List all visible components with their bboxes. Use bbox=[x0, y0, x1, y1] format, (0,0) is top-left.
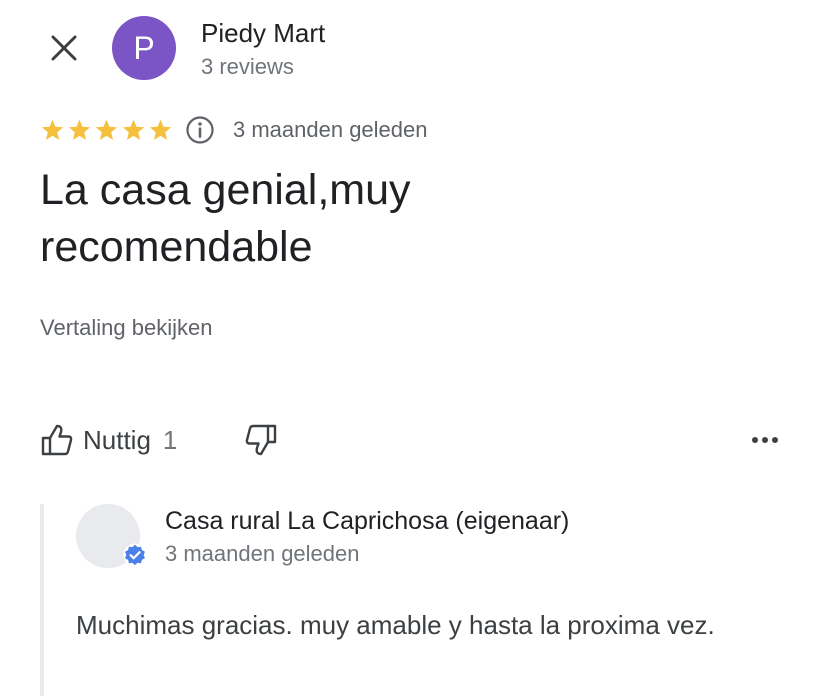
helpful-count: 1 bbox=[162, 424, 178, 455]
close-icon bbox=[51, 35, 77, 61]
owner-reply-divider bbox=[40, 504, 44, 696]
verified-badge-icon bbox=[123, 543, 147, 567]
owner-reply-date: 3 maanden geleden bbox=[165, 541, 360, 566]
thumbs-down-icon bbox=[245, 424, 277, 456]
close-button[interactable] bbox=[44, 28, 84, 68]
info-icon[interactable] bbox=[185, 115, 215, 145]
review-text: La casa genial,muy recomendable bbox=[40, 166, 411, 271]
review-actions: Nuttig 1 bbox=[40, 420, 785, 460]
more-options-button[interactable] bbox=[745, 420, 785, 460]
star-icon bbox=[95, 119, 118, 140]
not-helpful-button[interactable] bbox=[240, 420, 282, 460]
star-icon bbox=[122, 119, 145, 140]
helpful-button[interactable]: Nuttig 1 bbox=[40, 420, 177, 460]
more-horizontal-icon bbox=[752, 437, 778, 443]
view-translation-link[interactable]: Vertaling bekijken bbox=[40, 315, 212, 341]
helpful-label: Nuttig bbox=[83, 424, 151, 455]
reviewer-avatar[interactable]: P bbox=[112, 16, 176, 80]
star-icon bbox=[68, 119, 91, 140]
reviewer-review-count: 3 reviews bbox=[201, 54, 294, 79]
reviewer-avatar-letter: P bbox=[133, 29, 155, 66]
rating-row: 3 maanden geleden bbox=[40, 114, 428, 146]
reviewer-name[interactable]: Piedy Mart bbox=[201, 18, 325, 49]
review-date: 3 maanden geleden bbox=[233, 117, 428, 142]
owner-reply-text: Muchimas gracias. muy amable y hasta la … bbox=[76, 610, 715, 640]
star-icon bbox=[149, 119, 172, 140]
thumbs-up-icon bbox=[41, 424, 73, 456]
owner-name: Casa rural La Caprichosa (eigenaar) bbox=[165, 507, 570, 535]
star-rating bbox=[40, 118, 173, 143]
star-icon bbox=[41, 119, 64, 140]
